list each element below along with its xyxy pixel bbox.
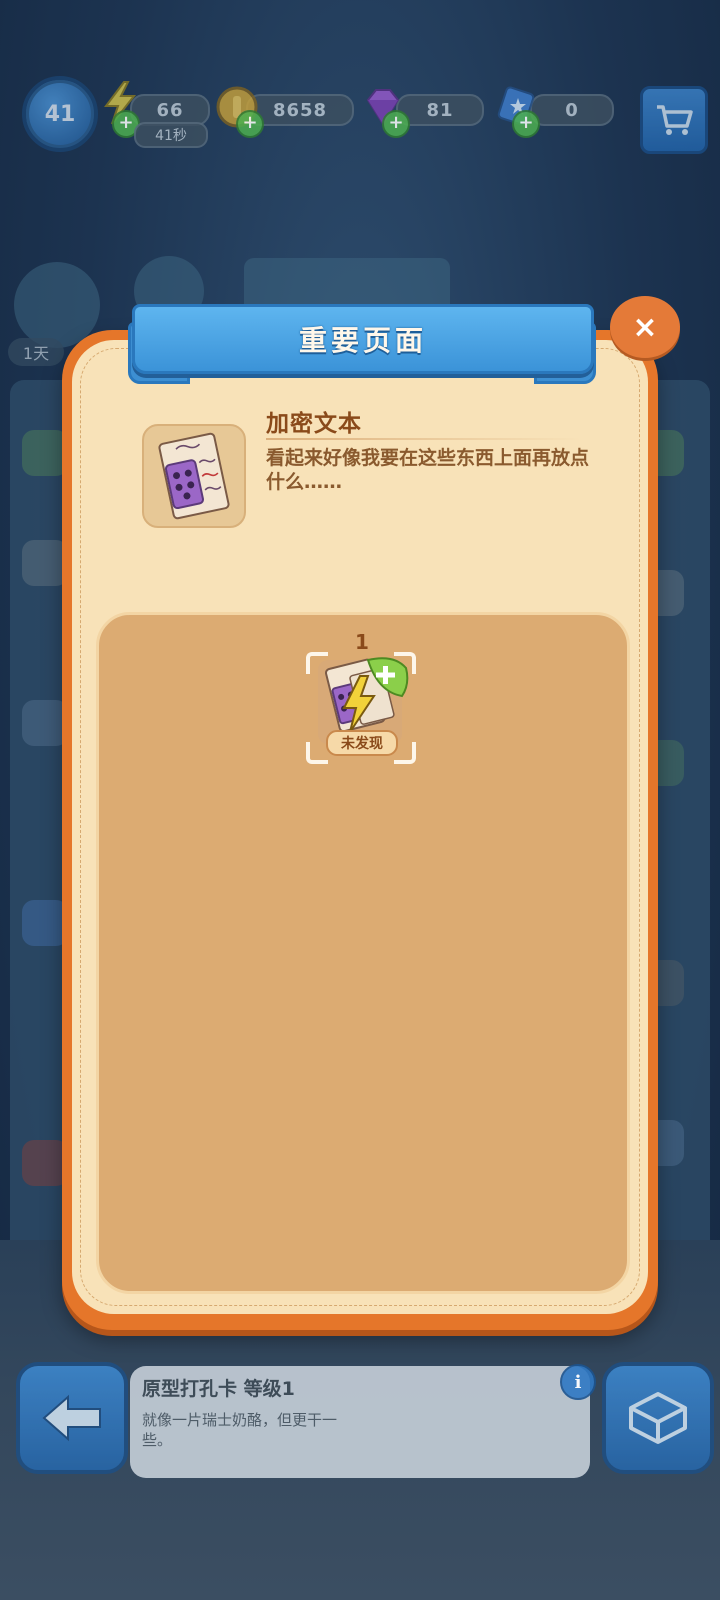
slot-bracket xyxy=(306,652,328,674)
add-cards-button[interactable]: + xyxy=(512,110,540,138)
energy-timer: 41秒 xyxy=(134,122,208,148)
close-button[interactable]: × xyxy=(610,296,680,358)
punch-card-icon xyxy=(158,432,230,520)
shop-button[interactable] xyxy=(640,86,708,154)
item-description: 看起来好像我要在这些东西上面再放点什么…… xyxy=(266,447,590,493)
storage-box-button[interactable] xyxy=(602,1362,714,1474)
add-gems-button[interactable]: + xyxy=(382,110,410,138)
card-counter[interactable]: 0 xyxy=(530,94,614,126)
cart-icon xyxy=(657,105,693,135)
energy-value: 66 xyxy=(156,99,184,121)
back-button[interactable] xyxy=(16,1362,128,1474)
selected-item-name: 原型打孔卡 等级1 xyxy=(142,1378,295,1400)
level-value: 41 xyxy=(44,101,76,127)
dialog-title: 重要页面 xyxy=(298,324,427,357)
info-icon: i xyxy=(574,1371,582,1393)
box-icon xyxy=(629,1392,687,1444)
item-name: 加密文本 xyxy=(266,411,362,437)
level-badge[interactable]: 41 xyxy=(22,76,98,152)
gem-value: 81 xyxy=(426,99,454,121)
background-timer: 1天 xyxy=(8,338,64,366)
title-divider xyxy=(266,438,582,440)
card-value: 0 xyxy=(565,99,579,121)
selected-item-description: 就像一片瑞士奶酪，但更干一些。 xyxy=(142,1411,338,1449)
slot-count: 1 xyxy=(355,630,369,654)
close-icon: × xyxy=(632,309,658,345)
slot-bracket xyxy=(394,652,416,674)
item-thumbnail xyxy=(142,424,246,528)
undiscovered-badge: 未发现 xyxy=(326,730,398,756)
info-button[interactable]: i xyxy=(560,1364,596,1400)
coin-value: 8658 xyxy=(272,99,328,121)
slot-bracket xyxy=(306,742,328,764)
dialog-title-ribbon: 重要页面 xyxy=(132,304,594,374)
top-hud: 41 66 + 41秒 8658 + 81 + 0 + xyxy=(0,0,720,160)
back-arrow-icon xyxy=(42,1394,101,1442)
add-coins-button[interactable]: + xyxy=(236,110,264,138)
